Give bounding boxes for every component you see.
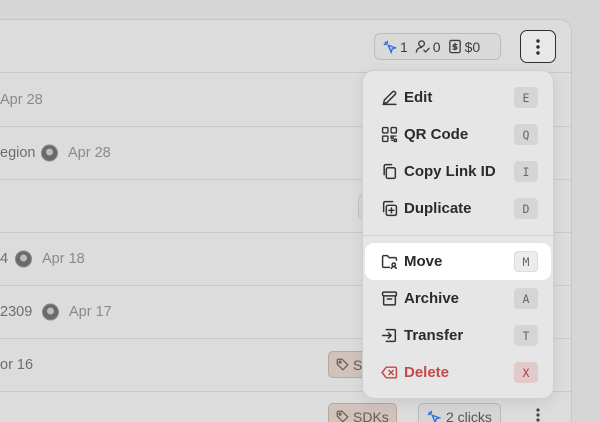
delete-icon	[381, 364, 398, 381]
menu-item-archive[interactable]: Archive A	[365, 280, 551, 317]
avatar	[15, 250, 32, 268]
menu-item-transfer[interactable]: Transfer T	[365, 317, 551, 354]
user-check-icon	[415, 39, 430, 54]
menu-item-label: Delete	[404, 364, 450, 381]
more-vertical-icon	[536, 38, 540, 55]
shortcut-key: A	[514, 288, 538, 309]
menu-item-label: Archive	[404, 290, 460, 307]
cursor-click-icon	[383, 40, 397, 54]
shortcut-key: I	[514, 161, 538, 182]
clicks-label: 2 clicks	[446, 408, 492, 422]
tag-label: SDKs	[353, 408, 389, 422]
menu-item-label: Edit	[404, 89, 433, 106]
sales-stat: $0	[448, 38, 481, 55]
pencil-icon	[381, 89, 398, 106]
clicks-stat: 1	[383, 39, 408, 55]
shortcut-key: D	[514, 198, 538, 219]
archive-icon	[381, 290, 398, 307]
menu-item-label: Duplicate	[404, 200, 472, 217]
duplicate-icon	[381, 200, 398, 217]
menu-item-label: Copy Link ID	[404, 163, 496, 180]
tag-icon	[336, 410, 349, 422]
more-options-button[interactable]	[520, 30, 556, 63]
link-stats[interactable]: 1 0 $0	[374, 33, 501, 60]
row-more-icon[interactable]	[536, 408, 540, 422]
clicks-count: 1	[400, 38, 408, 55]
menu-item-qr-code[interactable]: QR Code Q	[365, 116, 551, 153]
row-date: Apr 28	[68, 145, 111, 161]
folder-move-icon	[381, 253, 398, 270]
avatar	[42, 303, 59, 321]
menu-item-label: Move	[404, 253, 443, 270]
link-actions-menu: Edit E QR Code Q Copy Link ID I Duplicat…	[362, 70, 554, 399]
shortcut-key: T	[514, 325, 538, 346]
sales-amount: $0	[464, 38, 481, 55]
row-date: Apr 18	[42, 251, 85, 267]
row-date: Apr 17	[69, 304, 112, 320]
tag-label: S	[353, 356, 363, 373]
shortcut-key: Q	[514, 124, 538, 145]
row-date: Apr 28	[0, 91, 43, 108]
row-text: or 16	[0, 357, 34, 373]
row-text: 4	[0, 251, 9, 267]
shortcut-key: X	[514, 362, 538, 383]
menu-item-delete[interactable]: Delete X	[365, 354, 551, 391]
menu-item-duplicate[interactable]: Duplicate D	[365, 190, 551, 227]
shortcut-key: E	[514, 87, 538, 108]
menu-item-move[interactable]: Move M	[365, 243, 551, 280]
clicks-badge[interactable]: 2 clicks	[418, 403, 501, 422]
menu-divider	[363, 235, 553, 236]
menu-item-label: Transfer	[404, 327, 464, 344]
tag-icon	[336, 358, 349, 371]
tag-badge[interactable]: SDKs	[328, 403, 397, 422]
avatar	[41, 144, 58, 162]
menu-item-edit[interactable]: Edit E	[365, 79, 551, 116]
shortcut-key: M	[514, 251, 538, 272]
transfer-icon	[381, 327, 398, 344]
row-text: 2309	[0, 304, 33, 320]
receipt-icon	[448, 39, 462, 54]
menu-item-copy-link-id[interactable]: Copy Link ID I	[365, 153, 551, 190]
leads-stat: 0	[415, 39, 441, 55]
copy-icon	[381, 163, 398, 180]
menu-item-label: QR Code	[404, 126, 469, 143]
leads-count: 0	[432, 38, 441, 55]
row-text: egion	[0, 145, 36, 161]
qr-code-icon	[381, 126, 398, 143]
cursor-click-icon	[427, 410, 441, 422]
